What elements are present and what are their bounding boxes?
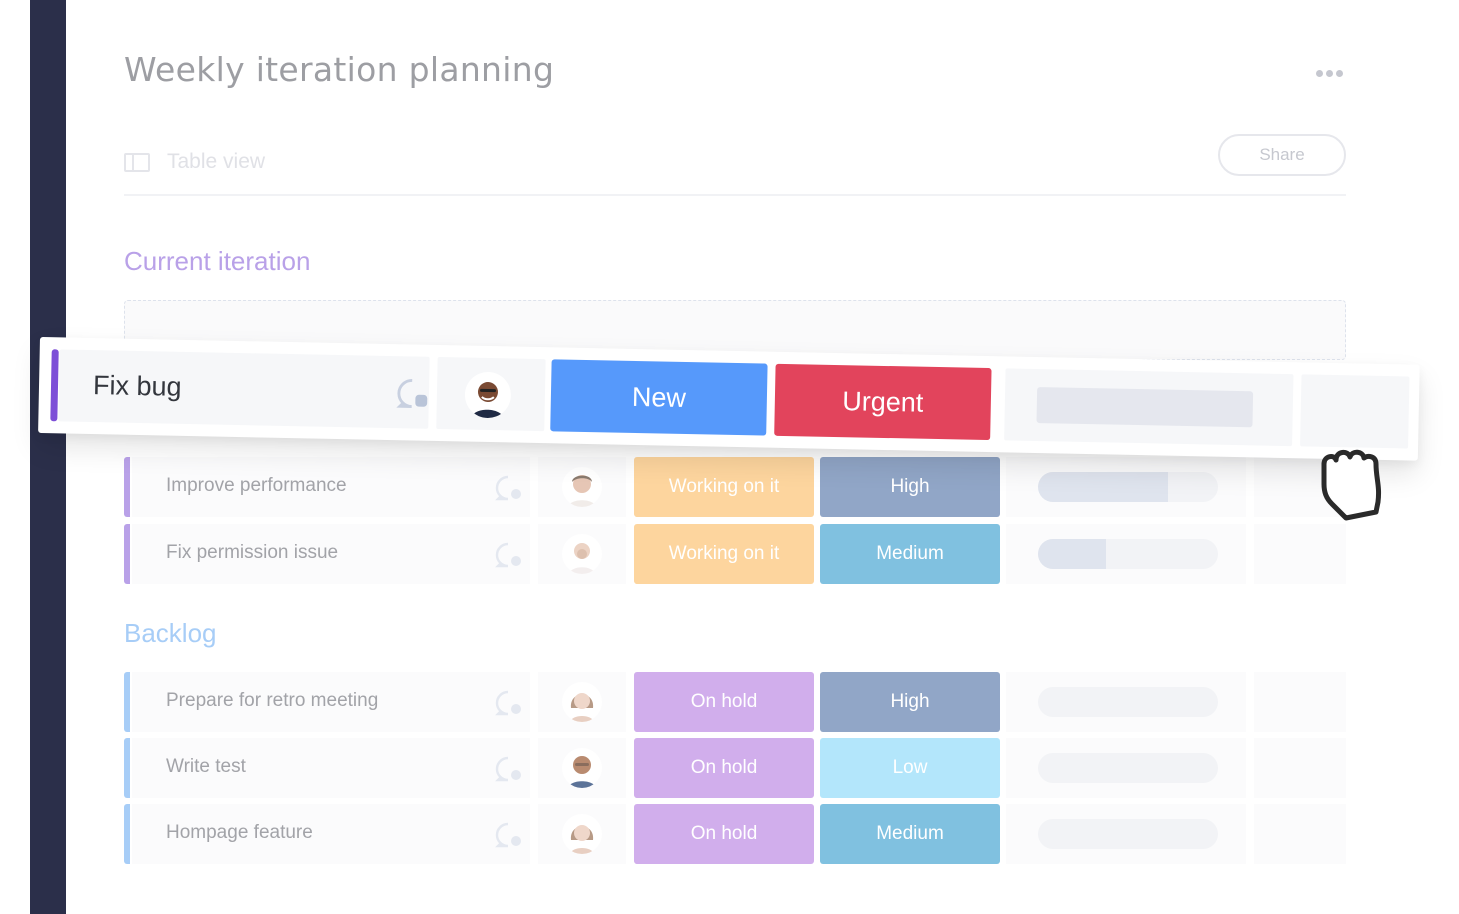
name-cell[interactable]: Prepare for retro meeting	[132, 672, 530, 732]
group-color-bar	[50, 349, 59, 422]
avatar[interactable]	[464, 371, 512, 419]
priority-label[interactable]: Urgent	[774, 363, 992, 441]
name-cell[interactable]: Hompage feature	[132, 804, 530, 864]
group-title-backlog[interactable]: Backlog	[124, 618, 217, 649]
group-color-bar	[124, 524, 130, 584]
name-cell[interactable]: Improve performance	[132, 457, 530, 517]
comment-icon[interactable]	[492, 753, 524, 785]
progress-cell	[1006, 672, 1246, 732]
header-divider	[124, 194, 1346, 196]
avatar[interactable]	[562, 467, 602, 507]
extra-cell	[1254, 804, 1346, 864]
extra-cell	[1254, 672, 1346, 732]
comment-icon[interactable]	[492, 687, 524, 719]
grab-hand-icon	[1321, 449, 1382, 521]
group-color-bar	[124, 457, 130, 517]
more-dot	[1336, 70, 1343, 77]
group-title-current-iteration[interactable]: Current iteration	[124, 246, 310, 277]
more-options-button[interactable]	[1316, 70, 1343, 77]
name-cell[interactable]: Write test	[132, 738, 530, 798]
status-label[interactable]: On hold	[634, 738, 814, 798]
task-name: Improve performance	[166, 475, 347, 496]
progress-bar	[1036, 387, 1254, 428]
progress-cell	[1006, 738, 1246, 798]
comment-icon[interactable]	[492, 539, 524, 571]
priority-label[interactable]: Medium	[820, 804, 1000, 864]
table-row[interactable]: Hompage feature On hold Medium	[124, 804, 1346, 864]
avatar[interactable]	[562, 748, 602, 788]
group-color-bar	[124, 804, 130, 864]
person-cell[interactable]	[538, 524, 626, 584]
sidebar	[30, 0, 66, 914]
progress-cell	[1006, 804, 1246, 864]
avatar[interactable]	[562, 814, 602, 854]
priority-label[interactable]: High	[820, 672, 1000, 732]
status-label[interactable]: Working on it	[634, 524, 814, 584]
progress-bar	[1038, 539, 1218, 569]
more-dot	[1326, 70, 1333, 77]
status-label[interactable]: Working on it	[634, 457, 814, 517]
table-row[interactable]: Write test On hold Low	[124, 738, 1346, 798]
status-label[interactable]: On hold	[634, 672, 814, 732]
progress-bar	[1038, 753, 1218, 783]
progress-bar	[1038, 687, 1218, 717]
group-color-bar	[124, 672, 130, 732]
table-row[interactable]: Fix permission issue Working on it Mediu…	[124, 524, 1346, 584]
progress-cell	[1006, 457, 1246, 517]
person-cell[interactable]	[538, 672, 626, 732]
person-cell[interactable]	[538, 738, 626, 798]
extra-cell	[1254, 738, 1346, 798]
group-color-bar	[124, 738, 130, 798]
comment-icon[interactable]	[492, 472, 524, 504]
progress-cell	[1006, 524, 1246, 584]
task-name: Hompage feature	[166, 822, 313, 843]
status-label[interactable]: On hold	[634, 804, 814, 864]
task-name: Fix permission issue	[166, 542, 339, 563]
priority-label[interactable]: High	[820, 457, 1000, 517]
table-row[interactable]: Improve performance Working on it High	[124, 457, 1346, 517]
task-name: Prepare for retro meeting	[166, 690, 379, 711]
priority-label[interactable]: Low	[820, 738, 1000, 798]
person-cell[interactable]	[538, 457, 626, 517]
progress-cell	[1004, 368, 1294, 447]
comment-icon[interactable]	[393, 374, 432, 413]
progress-fill	[1038, 539, 1107, 569]
task-name: Fix bug	[92, 370, 182, 402]
priority-label[interactable]: Medium	[820, 524, 1000, 584]
person-cell[interactable]	[538, 804, 626, 864]
view-label: Table view	[167, 150, 266, 173]
page-title: Weekly iteration planning	[124, 50, 555, 89]
more-horizontal-icon	[1316, 70, 1323, 77]
table-row[interactable]: Prepare for retro meeting On hold High	[124, 672, 1346, 732]
share-button[interactable]: Share	[1218, 134, 1346, 176]
table-view-icon	[124, 152, 150, 172]
person-cell[interactable]	[436, 356, 546, 432]
progress-bar	[1038, 472, 1218, 502]
status-label[interactable]: New	[550, 359, 768, 436]
comment-icon[interactable]	[492, 819, 524, 851]
name-cell[interactable]: Fix bug	[58, 349, 432, 429]
tab-table-view[interactable]: Table view	[124, 150, 265, 174]
task-name: Write test	[166, 756, 246, 777]
extra-cell	[1254, 524, 1346, 584]
progress-fill	[1038, 472, 1168, 502]
name-cell[interactable]: Fix permission issue	[132, 524, 530, 584]
progress-bar	[1038, 819, 1218, 849]
avatar[interactable]	[562, 534, 602, 574]
avatar[interactable]	[562, 682, 602, 722]
